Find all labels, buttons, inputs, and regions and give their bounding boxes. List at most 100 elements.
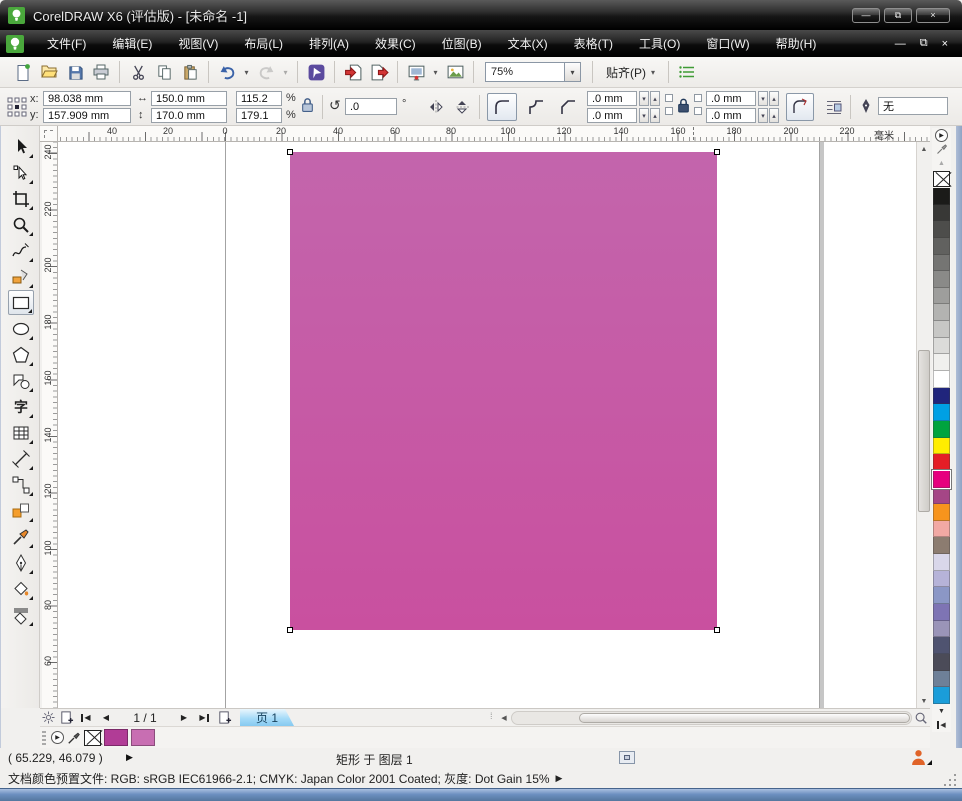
- palette-swatch-28[interactable]: [933, 654, 950, 671]
- corner-radius-bottom-left-input[interactable]: .0 mm: [587, 108, 637, 123]
- straight-line-connector-tool[interactable]: [8, 472, 34, 497]
- close-button[interactable]: ×: [916, 8, 950, 23]
- lock-ratio-icon[interactable]: [300, 96, 315, 114]
- application-launcher-dropdown[interactable]: ▾: [429, 59, 442, 85]
- horizontal-scroll-track[interactable]: [511, 711, 912, 725]
- relative-corner-scaling-button[interactable]: [786, 93, 814, 121]
- spin-down-button[interactable]: ▾: [639, 91, 649, 106]
- palette-swatch-22[interactable]: [933, 554, 950, 571]
- zoom-tool[interactable]: [8, 212, 34, 237]
- export-button[interactable]: [366, 59, 392, 85]
- color-profile-flyout-icon[interactable]: ▶: [556, 773, 563, 784]
- ruler-origin-box[interactable]: [40, 126, 58, 142]
- paste-button[interactable]: [177, 59, 203, 85]
- corner-radius-top-left-input[interactable]: .0 mm: [587, 91, 637, 106]
- menu-item-effects[interactable]: 效果(C): [362, 30, 429, 57]
- palette-swatch-30[interactable]: [933, 687, 950, 704]
- palette-swatch-13[interactable]: [933, 404, 950, 421]
- spin-up-button[interactable]: ▴: [769, 108, 779, 123]
- palette-swatch-25[interactable]: [933, 604, 950, 621]
- pane-splitter[interactable]: ⁞: [490, 711, 492, 721]
- menu-item-layout[interactable]: 布局(L): [231, 30, 296, 57]
- palette-swatch-17[interactable]: [933, 471, 950, 488]
- menu-item-file[interactable]: 文件(F): [34, 30, 99, 57]
- selection-handle-bottom-right[interactable]: [714, 627, 720, 633]
- palette-swatch-14[interactable]: [933, 421, 950, 438]
- application-launcher-button[interactable]: [403, 59, 429, 85]
- menu-item-table[interactable]: 表格(T): [561, 30, 626, 57]
- menu-item-edit[interactable]: 编辑(E): [99, 30, 165, 57]
- wrap-text-button[interactable]: [822, 95, 846, 119]
- open-button[interactable]: [36, 59, 62, 85]
- import-button[interactable]: [340, 59, 366, 85]
- drawn-rectangle[interactable]: [290, 152, 717, 630]
- rectangle-tool[interactable]: [8, 290, 34, 315]
- menu-item-text[interactable]: 文本(X): [495, 30, 561, 57]
- palette-scroll-up-button[interactable]: ▲: [934, 156, 949, 170]
- document-swatch-1[interactable]: [131, 729, 155, 746]
- palette-swatch-5[interactable]: [933, 271, 950, 288]
- next-page-button[interactable]: ▶: [174, 710, 194, 726]
- palette-swatch-9[interactable]: [933, 338, 950, 355]
- selection-handle-top-right[interactable]: [714, 149, 720, 155]
- redo-button[interactable]: [253, 59, 279, 85]
- spin-down-button[interactable]: ▾: [758, 91, 768, 106]
- palette-swatch-1[interactable]: [933, 205, 950, 222]
- palette-flyout-button[interactable]: ▶: [934, 128, 949, 142]
- y-position-input[interactable]: 157.909 mm: [43, 108, 131, 123]
- palette-swatch-3[interactable]: [933, 238, 950, 255]
- basic-shapes-tool[interactable]: [8, 368, 34, 393]
- palette-swatch-27[interactable]: [933, 637, 950, 654]
- smart-fill-tool[interactable]: [8, 264, 34, 289]
- scalloped-corner-button[interactable]: [521, 93, 551, 121]
- minimize-button[interactable]: —: [852, 8, 880, 23]
- palette-swatch-21[interactable]: [933, 537, 950, 554]
- spin-down-button[interactable]: ▾: [639, 108, 649, 123]
- palette-swatch-4[interactable]: [933, 255, 950, 272]
- palette-swatch-16[interactable]: [933, 454, 950, 471]
- menu-item-arrange[interactable]: 排列(A): [296, 30, 362, 57]
- palette-swatch-10[interactable]: [933, 354, 950, 371]
- document-palette-grip[interactable]: [42, 731, 46, 745]
- palette-swatch-8[interactable]: [933, 321, 950, 338]
- mirror-horizontal-button[interactable]: [424, 95, 448, 119]
- palette-swatch-7[interactable]: [933, 304, 950, 321]
- snap-to-button[interactable]: 贴齐(P) ▾: [598, 60, 663, 84]
- doc-restore-button[interactable]: ⧉: [920, 37, 928, 50]
- doc-minimize-button[interactable]: —: [895, 38, 906, 50]
- scroll-left-button[interactable]: ◀: [497, 711, 511, 725]
- coords-flyout-icon[interactable]: ▶: [126, 752, 133, 763]
- palette-swatch-2[interactable]: [933, 221, 950, 238]
- spin-up-button[interactable]: ▴: [769, 91, 779, 106]
- horizontal-scroll-thumb[interactable]: [579, 713, 910, 723]
- palette-swatch-11[interactable]: [933, 371, 950, 388]
- spin-up-button[interactable]: ▴: [650, 108, 660, 123]
- document-swatch-0[interactable]: [104, 729, 128, 746]
- selection-handle-bottom-left[interactable]: [287, 627, 293, 633]
- selection-handle-top-left[interactable]: [287, 149, 293, 155]
- page-tab[interactable]: 页 1: [240, 709, 294, 726]
- rotation-angle-input[interactable]: .0: [345, 98, 397, 115]
- spin-down-button[interactable]: ▾: [758, 108, 768, 123]
- freehand-tool[interactable]: [8, 238, 34, 263]
- save-button[interactable]: [62, 59, 88, 85]
- undo-button[interactable]: [214, 59, 240, 85]
- drawing-canvas[interactable]: [58, 142, 916, 708]
- add-page-button[interactable]: [56, 710, 76, 726]
- pan-zoom-button[interactable]: [912, 711, 930, 725]
- menu-item-bitmaps[interactable]: 位图(B): [429, 30, 495, 57]
- corner-checkbox[interactable]: [665, 94, 673, 102]
- ellipse-tool[interactable]: [8, 316, 34, 341]
- corner-checkbox[interactable]: [694, 107, 702, 115]
- spin-up-button[interactable]: ▴: [650, 91, 660, 106]
- no-fill-swatch[interactable]: [933, 171, 950, 187]
- scale-horizontal-input[interactable]: 115.2: [236, 91, 282, 106]
- menu-item-tools[interactable]: 工具(O): [626, 30, 693, 57]
- corner-checkbox[interactable]: [665, 107, 673, 115]
- document-palette-eyedropper-icon[interactable]: [67, 731, 81, 745]
- scale-vertical-input[interactable]: 179.1: [236, 108, 282, 123]
- corner-checkbox[interactable]: [694, 94, 702, 102]
- corner-radius-top-right-input[interactable]: .0 mm: [706, 91, 756, 106]
- shape-tool[interactable]: [8, 160, 34, 185]
- document-no-fill-swatch[interactable]: [84, 730, 101, 746]
